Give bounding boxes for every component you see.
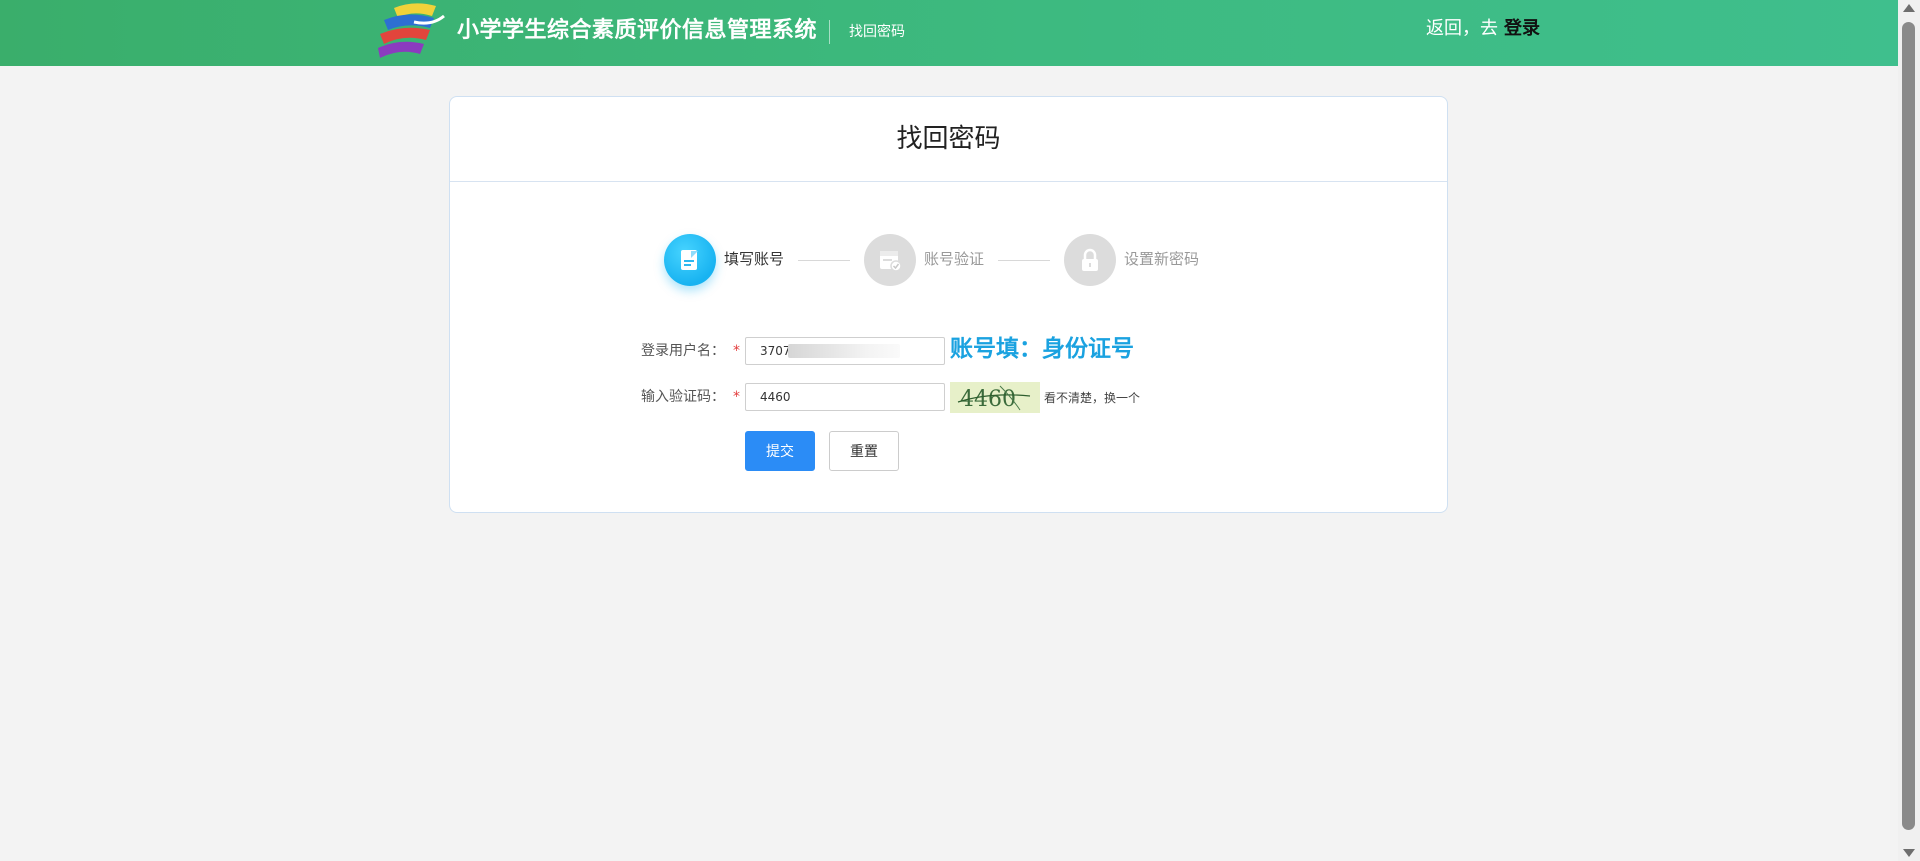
scroll-up-icon[interactable] xyxy=(1903,4,1915,12)
step-2-label: 账号验证 xyxy=(924,250,985,268)
required-mark: * xyxy=(733,389,740,405)
edit-document-icon xyxy=(681,250,698,270)
vertical-scrollbar[interactable] xyxy=(1898,0,1920,861)
login-link[interactable]: 登录 xyxy=(1504,18,1540,39)
card-title: 找回密码 xyxy=(450,97,1447,182)
required-mark: * xyxy=(733,343,740,359)
captcha-image[interactable]: 4460 xyxy=(950,382,1040,413)
captcha-graphic: 4460 xyxy=(957,385,1031,412)
captcha-label: 输入验证码： * xyxy=(630,387,740,407)
captcha-label-text: 输入验证码： xyxy=(641,389,725,405)
step-3-circle xyxy=(1064,234,1116,286)
page-subtitle: 找回密码 xyxy=(849,24,905,40)
app-title: 小学学生综合素质评价信息管理系统 xyxy=(457,18,818,43)
submit-button[interactable]: 提交 xyxy=(745,431,815,471)
step-3-label: 设置新密码 xyxy=(1124,250,1200,268)
step-1-circle xyxy=(664,234,716,286)
username-label: 登录用户名： * xyxy=(630,341,740,361)
back-to-login: 返回，去 登录 xyxy=(1426,16,1540,42)
scroll-thumb[interactable] xyxy=(1902,22,1915,830)
scroll-down-icon[interactable] xyxy=(1903,849,1915,857)
step-2-circle xyxy=(864,234,916,286)
captcha-refresh-link[interactable]: 看不清楚，换一个 xyxy=(1044,389,1140,407)
school-logo-icon xyxy=(378,3,445,58)
redacted-mask xyxy=(788,344,900,358)
calendar-check-icon xyxy=(880,251,902,272)
reset-button[interactable]: 重置 xyxy=(829,431,899,471)
lock-icon xyxy=(1082,248,1098,271)
captcha-input[interactable] xyxy=(745,383,945,411)
recover-password-card: 找回密码 填写账号 账号验证 设置新密码 登录用户名： * 3707 账号填：身… xyxy=(449,96,1448,513)
top-header: 小学学生综合素质评价信息管理系统 找回密码 返回，去 登录 xyxy=(0,0,1898,66)
title-divider xyxy=(829,20,830,44)
step-connector-1 xyxy=(798,260,850,261)
back-prefix-text: 返回，去 xyxy=(1426,18,1498,39)
step-1-label: 填写账号 xyxy=(724,250,785,268)
username-label-text: 登录用户名： xyxy=(641,343,725,359)
username-hint: 账号填：身份证号 xyxy=(950,336,1134,362)
step-connector-2 xyxy=(998,260,1050,261)
